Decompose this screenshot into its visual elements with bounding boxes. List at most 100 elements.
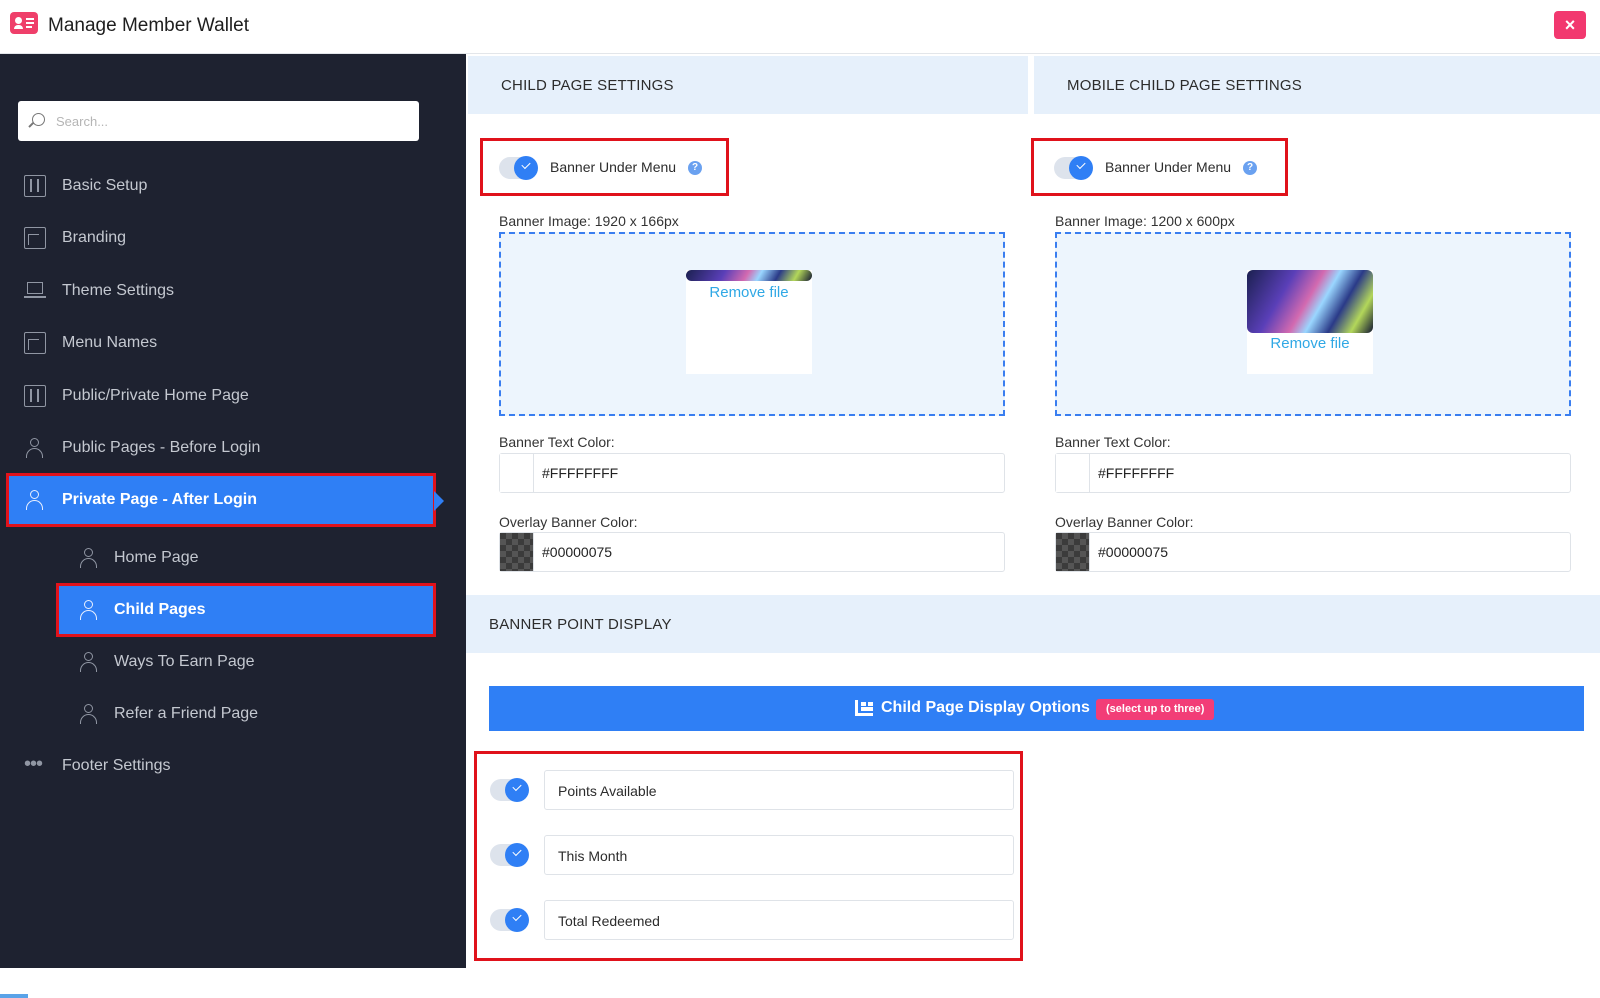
person-icon — [78, 599, 100, 621]
banner-under-menu-label: Banner Under Menu — [550, 159, 677, 175]
option-label: Points Available — [558, 783, 657, 799]
banner-image-dropzone[interactable]: Remove file — [499, 232, 1005, 416]
help-icon[interactable]: ? — [1243, 161, 1257, 175]
close-button[interactable]: × — [1554, 11, 1586, 39]
checkmark-icon — [1069, 156, 1093, 180]
sliders-icon — [24, 175, 46, 197]
window-title: Manage Member Wallet — [48, 15, 249, 36]
sliders-icon — [24, 385, 46, 407]
sidebar-item-label: Child Pages — [114, 601, 206, 618]
person-icon — [78, 703, 100, 725]
color-swatch[interactable] — [500, 454, 534, 492]
total-redeemed-field[interactable]: Total Redeemed — [544, 900, 1014, 940]
mobile-overlay-banner-color-input[interactable] — [1098, 533, 1548, 571]
banner-text-color-label: Banner Text Color: — [499, 434, 615, 450]
banner-under-menu-highlight: Banner Under Menu ? — [480, 138, 729, 196]
sidebar-subitem-child-pages[interactable]: Child Pages — [56, 583, 436, 637]
overlay-banner-color-input[interactable] — [542, 533, 992, 571]
frame-icon — [24, 227, 46, 249]
color-swatch[interactable] — [1056, 533, 1090, 571]
main-content: CHILD PAGE SETTINGS Banner Under Menu ? … — [466, 54, 1600, 968]
banner-text-color-field[interactable] — [499, 453, 1005, 493]
sidebar-item-label: Private Page - After Login — [62, 491, 257, 508]
checkmark-icon — [505, 843, 529, 867]
sidebar: Basic Setup Branding Theme Settings Menu… — [0, 54, 466, 998]
section-title: MOBILE CHILD PAGE SETTINGS — [1067, 77, 1302, 94]
sidebar-item-label: Home Page — [114, 549, 199, 566]
layout-grid-icon — [855, 700, 873, 716]
top-bar: Manage Member Wallet × — [0, 0, 1600, 54]
person-icon — [78, 651, 100, 673]
sidebar-subitem-ways-to-earn[interactable]: Ways To Earn Page — [8, 637, 434, 687]
active-indicator-arrow — [434, 491, 444, 511]
overlay-banner-color-field[interactable] — [499, 532, 1005, 572]
sidebar-subitem-refer-a-friend[interactable]: Refer a Friend Page — [8, 689, 434, 739]
mobile-banner-image-thumbnail: Remove file — [1247, 270, 1373, 374]
this-month-toggle[interactable] — [490, 843, 529, 867]
banner-point-display-header: BANNER POINT DISPLAY — [466, 595, 1600, 653]
banner-under-menu-toggle[interactable] — [499, 156, 538, 180]
sidebar-item-branding[interactable]: Branding — [8, 213, 434, 263]
sidebar-subitem-home-page[interactable]: Home Page — [8, 533, 434, 583]
mobile-child-page-settings-header: MOBILE CHILD PAGE SETTINGS — [1034, 56, 1600, 114]
sidebar-item-label: Theme Settings — [62, 282, 175, 299]
person-icon — [24, 437, 46, 459]
sidebar-item-label: Ways To Earn Page — [114, 653, 255, 670]
sidebar-item-menu-names[interactable]: Menu Names — [8, 318, 434, 368]
remove-file-link[interactable]: Remove file — [686, 284, 812, 301]
member-card-icon — [10, 12, 38, 34]
mobile-overlay-banner-color-field[interactable] — [1055, 532, 1571, 572]
child-page-display-options-bar: Child Page Display Options (select up to… — [489, 686, 1584, 731]
scroll-indicator — [0, 994, 28, 998]
banner-image-label: Banner Image: 1920 x 166px — [499, 213, 679, 229]
options-title: Child Page Display Options — [881, 699, 1090, 716]
mobile-banner-image-label: Banner Image: 1200 x 600px — [1055, 213, 1235, 229]
frame-icon — [24, 332, 46, 354]
mobile-banner-text-color-input[interactable] — [1098, 454, 1548, 492]
person-icon — [24, 489, 46, 511]
this-month-field[interactable]: This Month — [544, 835, 1014, 875]
display-options-highlight: Points Available This Month Total Redeem… — [474, 751, 1023, 961]
sidebar-item-home-page-settings[interactable]: Public/Private Home Page — [8, 371, 434, 421]
sidebar-item-label: Menu Names — [62, 334, 158, 351]
section-title: CHILD PAGE SETTINGS — [501, 77, 674, 94]
mobile-banner-image-preview — [1247, 270, 1373, 333]
person-icon — [78, 547, 100, 569]
mobile-banner-under-menu-highlight: Banner Under Menu ? — [1031, 138, 1288, 196]
help-icon[interactable]: ? — [688, 161, 702, 175]
sidebar-item-label: Public Pages - Before Login — [62, 439, 261, 456]
mobile-banner-under-menu-toggle[interactable] — [1054, 156, 1093, 180]
banner-image-preview — [686, 270, 812, 281]
search-box[interactable] — [18, 101, 419, 141]
remove-file-link[interactable]: Remove file — [1247, 335, 1373, 352]
sidebar-item-label: Footer Settings — [62, 757, 171, 774]
mobile-overlay-banner-color-label: Overlay Banner Color: — [1055, 514, 1194, 530]
sidebar-item-label: Basic Setup — [62, 177, 148, 194]
laptop-icon — [24, 280, 46, 302]
sidebar-item-footer-settings[interactable]: ••• Footer Settings — [8, 741, 434, 791]
points-available-field[interactable]: Points Available — [544, 770, 1014, 810]
sidebar-item-theme-settings[interactable]: Theme Settings — [8, 266, 434, 316]
search-input[interactable] — [56, 101, 411, 141]
mobile-banner-under-menu-label: Banner Under Menu — [1105, 159, 1232, 175]
mobile-banner-image-dropzone[interactable]: Remove file — [1055, 232, 1571, 416]
sidebar-item-basic-setup[interactable]: Basic Setup — [8, 161, 434, 211]
color-swatch[interactable] — [1056, 454, 1090, 492]
mobile-banner-text-color-field[interactable] — [1055, 453, 1571, 493]
checkmark-icon — [505, 908, 529, 932]
total-redeemed-toggle[interactable] — [490, 908, 529, 932]
sidebar-item-label: Branding — [62, 229, 127, 246]
checkmark-icon — [505, 778, 529, 802]
banner-text-color-input[interactable] — [542, 454, 992, 492]
banner-image-thumbnail: Remove file — [686, 270, 812, 374]
color-swatch[interactable] — [500, 533, 534, 571]
option-label: Total Redeemed — [558, 913, 660, 929]
overlay-banner-color-label: Overlay Banner Color: — [499, 514, 638, 530]
more-dots-icon: ••• — [24, 753, 43, 775]
sidebar-item-public-pages[interactable]: Public Pages - Before Login — [8, 423, 434, 473]
sidebar-item-private-page[interactable]: Private Page - After Login — [6, 473, 436, 527]
child-page-settings-header: CHILD PAGE SETTINGS — [468, 56, 1028, 114]
select-limit-badge: (select up to three) — [1096, 699, 1215, 720]
option-label: This Month — [558, 848, 628, 864]
points-available-toggle[interactable] — [490, 778, 529, 802]
